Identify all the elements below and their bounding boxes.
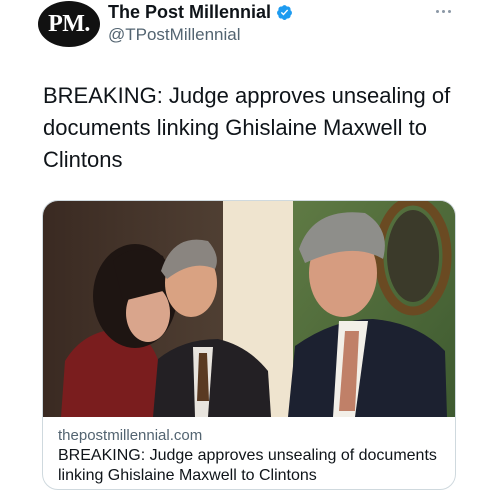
avatar[interactable]: PM. xyxy=(38,1,100,47)
link-card[interactable]: thepostmillennial.com BREAKING: Judge ap… xyxy=(42,200,456,490)
display-name[interactable]: The Post Millennial xyxy=(108,2,271,23)
card-title: BREAKING: Judge approves unsealing of do… xyxy=(58,447,437,484)
card-domain: thepostmillennial.com xyxy=(58,427,203,444)
tweet-text: BREAKING: Judge approves unsealing of do… xyxy=(43,83,451,172)
more-options-icon[interactable] xyxy=(436,6,458,16)
verified-badge-icon xyxy=(277,5,292,20)
card-image xyxy=(43,201,455,417)
author-name-row: The Post Millennial xyxy=(108,2,293,23)
author-handle[interactable]: @TPostMillennial xyxy=(108,25,241,45)
